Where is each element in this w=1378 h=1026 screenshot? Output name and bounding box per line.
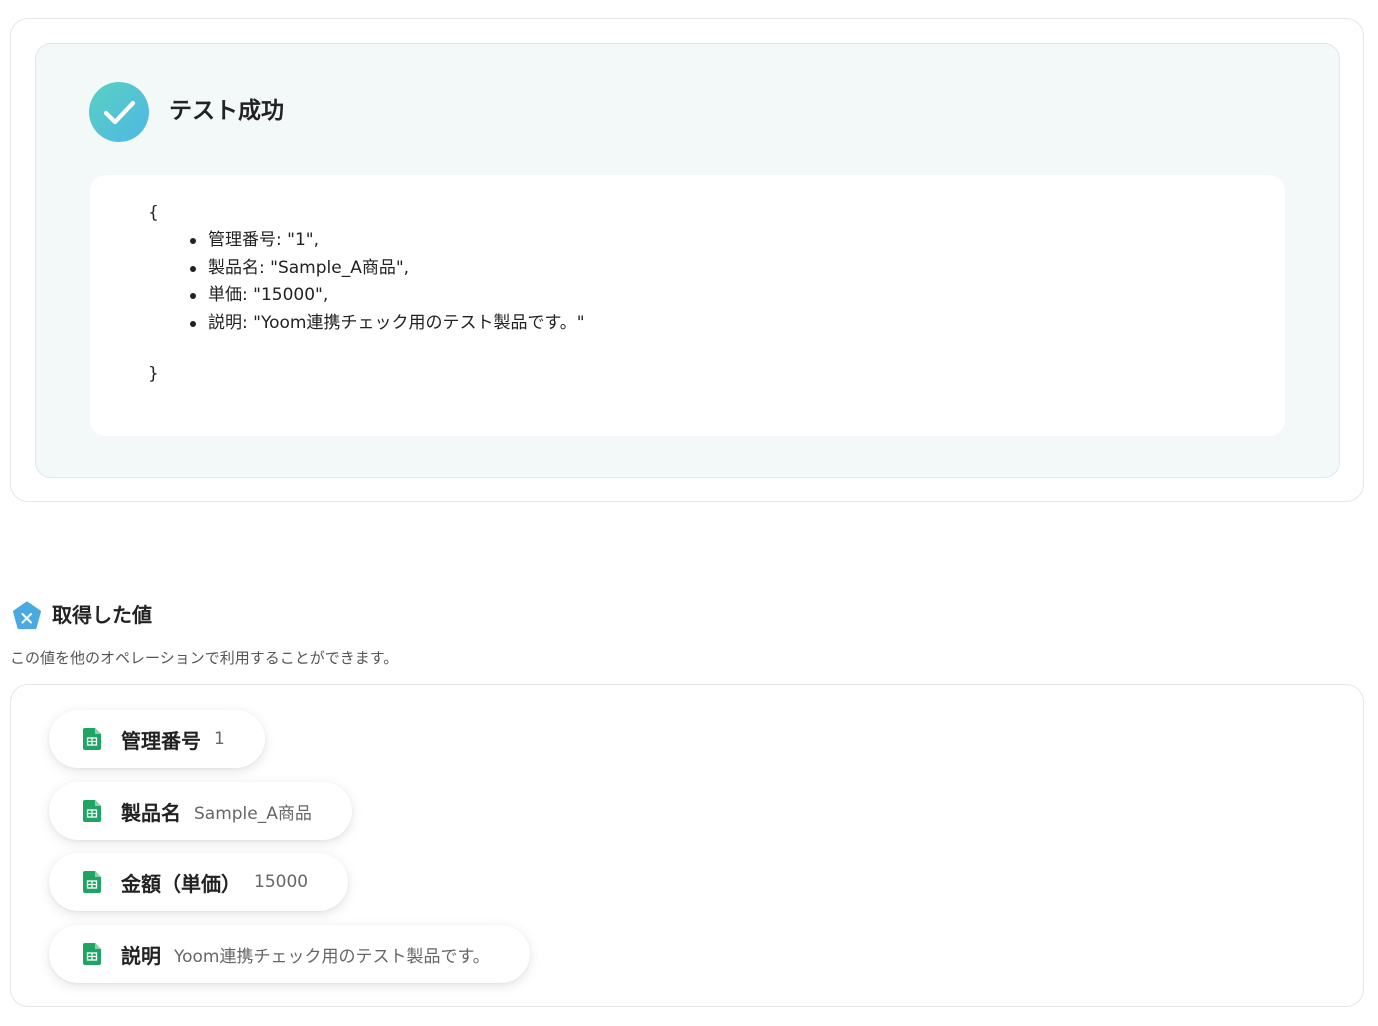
result-field-item: 単価: "15000", — [190, 282, 585, 310]
chip-label: 説明 — [121, 943, 161, 968]
result-field-item: 製品名: "Sample_A商品", — [190, 255, 585, 283]
json-close-brace: } — [148, 364, 159, 384]
chip-value: 15000 — [254, 872, 309, 892]
acquired-values-card: 管理番号 1 製品名 Sample_A商品 金額（単価） 15000 説明 Yo… — [10, 684, 1364, 1007]
chip-label: 製品名 — [121, 800, 181, 825]
result-json-box: { 管理番号: "1", 製品名: "Sample_A商品", 単価: "150… — [90, 175, 1285, 436]
result-field-item: 説明: "Yoom連携チェック用のテスト製品です。" — [190, 310, 585, 338]
test-result-card: テスト成功 { 管理番号: "1", 製品名: "Sample_A商品", 単価… — [10, 18, 1364, 502]
value-chip-unit-price[interactable]: 金額（単価） 15000 — [49, 853, 349, 911]
acquired-values-title: 取得した値 — [52, 603, 152, 627]
test-result-panel: テスト成功 { 管理番号: "1", 製品名: "Sample_A商品", 単価… — [35, 43, 1340, 478]
value-chip-description[interactable]: 説明 Yoom連携チェック用のテスト製品です。 — [49, 925, 530, 983]
json-open-brace: { — [148, 203, 159, 223]
page: テスト成功 { 管理番号: "1", 製品名: "Sample_A商品", 単価… — [0, 0, 1378, 1026]
chip-value: Sample_A商品 — [194, 803, 312, 824]
result-field-list: 管理番号: "1", 製品名: "Sample_A商品", 単価: "15000… — [190, 227, 585, 338]
chip-value: Yoom連携チェック用のテスト製品です。 — [174, 946, 490, 967]
google-sheets-icon — [83, 728, 101, 750]
chip-label: 管理番号 — [121, 728, 201, 753]
result-field-item: 管理番号: "1", — [190, 227, 585, 255]
value-chip-management-number[interactable]: 管理番号 1 — [49, 710, 265, 768]
chip-value: 1 — [214, 729, 225, 749]
google-sheets-icon — [83, 943, 101, 965]
acquired-values-description: この値を他のオペレーションで利用することができます。 — [10, 649, 399, 667]
value-chip-product-name[interactable]: 製品名 Sample_A商品 — [49, 782, 352, 840]
google-sheets-icon — [83, 871, 101, 893]
google-sheets-icon — [83, 800, 101, 822]
check-circle-icon — [89, 82, 149, 142]
variable-x-icon — [12, 601, 42, 631]
test-success-title: テスト成功 — [169, 98, 284, 124]
chip-label: 金額（単価） — [121, 871, 241, 896]
